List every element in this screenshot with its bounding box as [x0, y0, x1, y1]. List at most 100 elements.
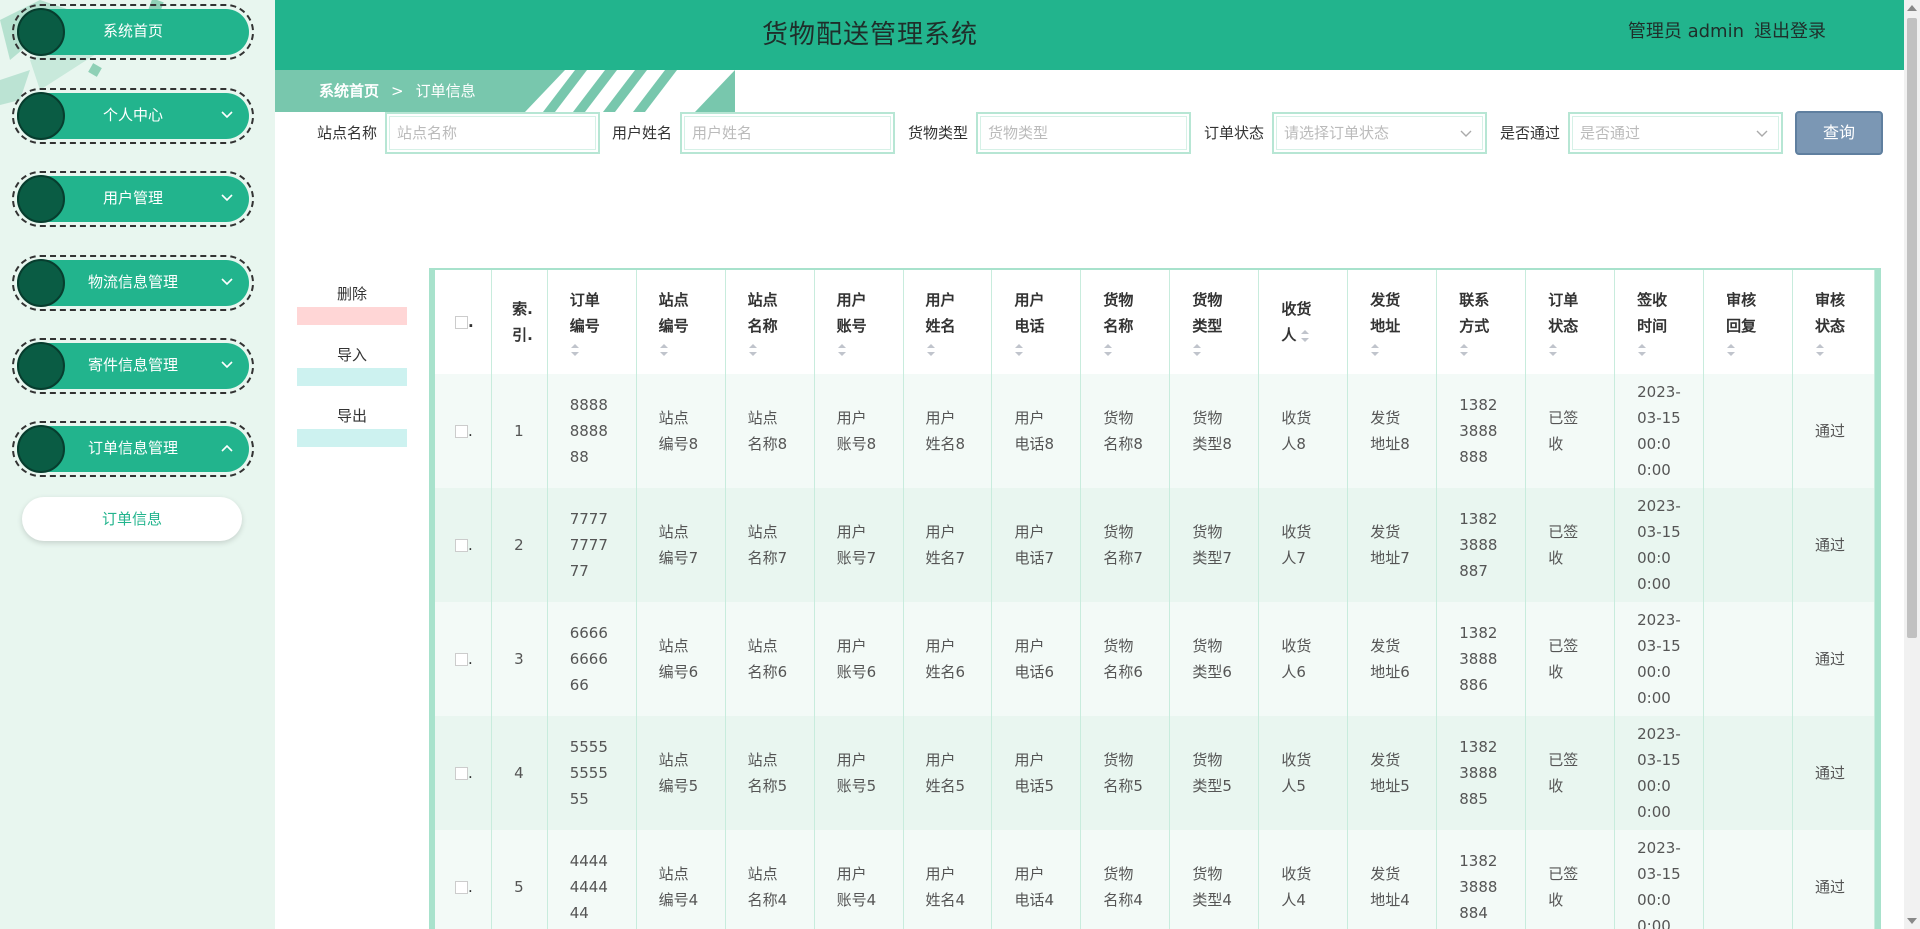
cell-line: 7777 — [569, 536, 608, 554]
menu-item-personal-center[interactable]: 个人中心 — [12, 88, 254, 144]
menu-item-user-management[interactable]: 用户管理 — [12, 171, 254, 227]
column-header[interactable]: 订单 状态 — [1525, 270, 1616, 374]
column-header[interactable]: 站点 编号 — [636, 270, 726, 374]
cell-line: 5555 — [569, 738, 608, 756]
scroll-thumb[interactable] — [1907, 18, 1917, 638]
page-scrollbar[interactable] — [1904, 0, 1920, 929]
menu-label: 寄件信息管理 — [87, 356, 178, 374]
logout-link[interactable]: 退出登录 — [1754, 21, 1826, 42]
scroll-down-icon[interactable] — [1907, 918, 1917, 924]
column-header[interactable]: 审核 回复 — [1703, 270, 1794, 374]
table-row[interactable]: . 4 5555 5555 55 站点 编号5 站点 名称5 用户 账号5 用户 姓名5 用户 电话5 货物名… — [435, 716, 1875, 830]
column-header[interactable]: 审核 状态 — [1792, 270, 1875, 374]
sort-icon[interactable] — [1014, 343, 1024, 357]
cell-line: 收 — [1548, 549, 1564, 567]
cell-line: 2023- — [1637, 611, 1681, 629]
cell-line: 货物 — [1192, 409, 1223, 427]
row-checkbox[interactable] — [455, 881, 468, 894]
cell-receiver: 收货 人5 — [1258, 716, 1349, 830]
row-checkbox[interactable] — [455, 539, 468, 552]
row-checkbox[interactable] — [455, 767, 468, 780]
sort-icon[interactable] — [926, 343, 936, 357]
column-header-line: 人 — [1281, 326, 1297, 344]
menu-item-shipment-management[interactable]: 寄件信息管理 — [12, 338, 254, 394]
sort-icon[interactable] — [748, 343, 758, 357]
column-header[interactable]: 联系 方式 — [1436, 270, 1527, 374]
column-header[interactable]: 用户 姓名 — [903, 270, 993, 374]
user-name-input[interactable]: 用户姓名 — [680, 112, 895, 154]
breadcrumb-home[interactable]: 系统首页 — [319, 82, 379, 100]
cell-line: 名称5 — [1103, 777, 1143, 795]
query-button[interactable]: 查询 — [1795, 111, 1883, 155]
menu-item-order-management[interactable]: 订单信息管理 — [12, 421, 254, 477]
sort-icon[interactable] — [1192, 343, 1202, 357]
cell-line: 3888 — [1459, 422, 1498, 440]
sort-icon[interactable] — [1637, 343, 1647, 357]
scroll-up-icon[interactable] — [1907, 5, 1917, 11]
sort-icon[interactable] — [659, 343, 669, 357]
cell-site-no: 站点 编号8 — [636, 374, 726, 488]
cell-line: 地址5 — [1370, 777, 1410, 795]
sort-icon[interactable] — [570, 343, 580, 357]
cell-line: 6666 — [569, 624, 608, 642]
column-header[interactable]: 用户 账号 — [814, 270, 904, 374]
column-header[interactable]: 发货 地址 — [1347, 270, 1438, 374]
submenu-item-order-info[interactable]: 订单信息 — [22, 497, 242, 541]
column-header[interactable]: 收货人 — [1258, 270, 1349, 374]
delete-button[interactable]: 删除 — [297, 281, 407, 325]
export-button[interactable]: 导出 — [297, 403, 407, 447]
cell-line: 用户 — [1014, 523, 1045, 541]
column-header[interactable]: 站点 名称 — [725, 270, 815, 374]
cell-status: 已签收 — [1525, 830, 1616, 929]
cell-goods-type: 货物 类型8 — [1169, 374, 1260, 488]
table-row[interactable]: . 3 6666 6666 66 站点 编号6 站点 名称6 用户 账号6 用户 姓名6 用户 电话6 货物名… — [435, 602, 1875, 716]
cell-review: 通过 — [1792, 830, 1875, 929]
sort-icon[interactable] — [1459, 343, 1469, 357]
sort-icon[interactable] — [1815, 343, 1825, 357]
sort-icon[interactable] — [1726, 343, 1736, 357]
import-button[interactable]: 导入 — [297, 342, 407, 386]
column-header-line: 货物 — [1192, 291, 1223, 309]
table-row[interactable]: . 1 8888 8888 88 站点 编号8 站点 名称8 用户 账号8 用户 姓名8 用户 电话8 货物名… — [435, 374, 1875, 488]
site-name-input[interactable]: 站点名称 — [385, 112, 600, 154]
cell-line: 货物 — [1103, 523, 1134, 541]
sort-icon[interactable] — [837, 343, 847, 357]
cell-line: 名称7 — [1103, 549, 1143, 567]
column-header[interactable]: 订单 编号 — [547, 270, 637, 374]
goods-type-input[interactable]: 货物类型 — [976, 112, 1191, 154]
column-header[interactable]: 签收 时间 — [1614, 270, 1705, 374]
row-checkbox[interactable] — [455, 653, 468, 666]
cell-status: 已签收 — [1525, 374, 1616, 488]
cell-line: 姓名6 — [925, 663, 966, 681]
sort-icon[interactable] — [1370, 343, 1380, 357]
sort-icon[interactable] — [1300, 329, 1310, 343]
row-checkbox-cell: . — [435, 374, 493, 488]
order-table: . 索. 引. 订单 编号 站点 编号 站点 名称 用户 账号 用户 姓名 用户 电话 货物 名称 货物 类型 收货… — [435, 270, 1875, 929]
menu-item-logistics-management[interactable]: 物流信息管理 — [12, 255, 254, 311]
approved-select[interactable]: 是否通过 — [1568, 112, 1783, 154]
cell-name: 用户 姓名6 — [903, 602, 993, 716]
checkbox-dot: . — [468, 650, 473, 668]
select-all-checkbox[interactable] — [455, 316, 468, 329]
cell-line: 人4 — [1281, 891, 1306, 909]
order-status-select[interactable]: 请选择订单状态 — [1272, 112, 1487, 154]
sort-icon[interactable] — [1548, 343, 1558, 357]
cell-contact: 1382 3888 885 — [1436, 716, 1527, 830]
menu-item-home[interactable]: 系统首页 — [12, 4, 254, 60]
sort-icon[interactable] — [1103, 343, 1113, 357]
cell-review: 通过 — [1792, 374, 1875, 488]
cell-line: 账号5 — [836, 777, 877, 795]
column-header[interactable]: 货物 类型 — [1169, 270, 1260, 374]
column-header[interactable]: 用户 电话 — [991, 270, 1082, 374]
table-row[interactable]: . 5 4444 4444 44 站点 编号4 站点 名称4 用户 账号4 用户 姓名4 用户 电话4 货物名… — [435, 830, 1875, 929]
breadcrumb-stripes — [525, 70, 735, 112]
cell-line: 编号4 — [658, 891, 699, 909]
cell-line: 发货 — [1370, 409, 1401, 427]
table-row[interactable]: . 2 7777 7777 77 站点 编号7 站点 名称7 用户 账号7 用户 姓名7 用户 电话7 货物名… — [435, 488, 1875, 602]
cell-sign-time: 2023- 03-15 00:0 0:00 — [1614, 716, 1705, 830]
breadcrumb-bar: 系统首页 > 订单信息 — [275, 70, 735, 112]
row-checkbox[interactable] — [455, 425, 468, 438]
column-header[interactable]: 货物 名称 — [1080, 270, 1171, 374]
column-header-line: 引. — [512, 326, 533, 344]
cell-account: 用户 账号7 — [814, 488, 904, 602]
